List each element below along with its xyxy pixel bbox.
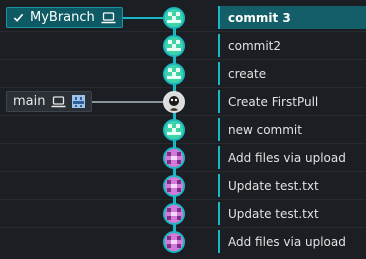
commit-message: commit 3 [228, 10, 291, 25]
row-divider [0, 199, 366, 200]
branch-label-main[interactable]: main [6, 91, 93, 112]
commit-avatar-green-identicon[interactable] [163, 63, 185, 85]
commit-message: commit2 [228, 38, 281, 53]
commit-row-selected[interactable]: commit 3 [218, 6, 366, 29]
check-icon [13, 12, 24, 23]
commit-message: Add files via upload [228, 234, 346, 249]
row-divider [0, 31, 366, 32]
row-divider [0, 171, 366, 172]
commit-message: create [228, 66, 267, 81]
commit-row[interactable]: Add files via upload [218, 146, 366, 169]
row-divider [0, 59, 366, 60]
commit-avatar-purple-identicon[interactable] [163, 147, 185, 169]
commit-graph: MyBranch main commit 3 commit2 create Cr… [0, 0, 366, 259]
commit-row[interactable]: Add files via upload [218, 230, 366, 253]
commit-row[interactable]: Update test.txt [218, 174, 366, 197]
branch-name: main [13, 94, 46, 109]
commit-avatar-purple-identicon[interactable] [163, 175, 185, 197]
remote-avatar-icon [72, 95, 86, 108]
row-divider [0, 115, 366, 116]
commit-row[interactable]: Update test.txt [218, 202, 366, 225]
row-divider [0, 227, 366, 228]
commit-row[interactable]: create [218, 62, 366, 85]
commit-row[interactable]: Create FirstPull [218, 90, 366, 113]
commit-avatar-green-identicon[interactable] [163, 35, 185, 57]
branch-connector-main [82, 101, 164, 103]
laptop-icon [101, 11, 116, 24]
row-divider [0, 87, 366, 88]
commit-avatar-purple-identicon[interactable] [163, 231, 185, 253]
commit-avatar-purple-identicon[interactable] [163, 203, 185, 225]
commit-row[interactable]: new commit [218, 118, 366, 141]
branch-name: MyBranch [30, 10, 95, 25]
branch-label-mybranch[interactable]: MyBranch [6, 7, 123, 28]
commit-avatar-green-identicon[interactable] [163, 119, 185, 141]
commit-row[interactable]: commit2 [218, 34, 366, 57]
commit-message: new commit [228, 122, 302, 137]
commit-avatar-user-photo[interactable] [163, 91, 185, 113]
commit-message: Update test.txt [228, 178, 319, 193]
row-divider [0, 143, 366, 144]
commit-message: Update test.txt [228, 206, 319, 221]
commit-message: Create FirstPull [228, 94, 319, 109]
commit-avatar-green-identicon[interactable] [163, 7, 185, 29]
laptop-icon [51, 95, 66, 108]
commit-message: Add files via upload [228, 150, 346, 165]
